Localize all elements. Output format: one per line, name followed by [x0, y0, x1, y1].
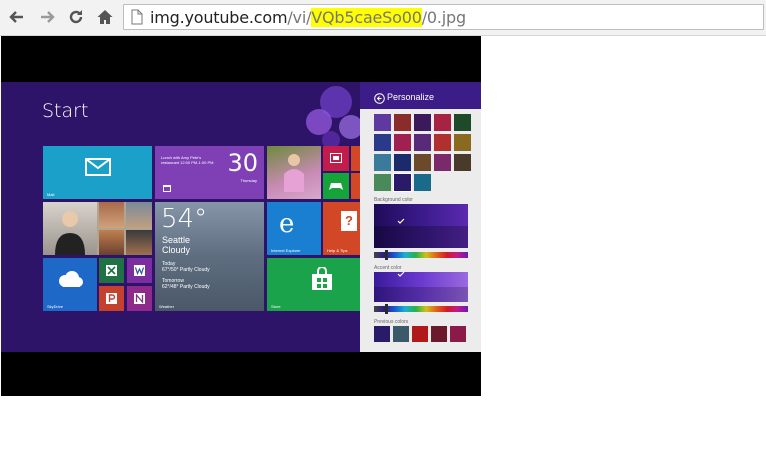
back-button[interactable] [5, 5, 29, 29]
onenote-icon [134, 293, 145, 304]
calendar-day: 30 [227, 149, 258, 177]
powerpoint-icon [106, 293, 117, 304]
home-icon [97, 10, 113, 24]
home-button[interactable] [93, 5, 117, 29]
back-arrow-icon [9, 11, 23, 23]
skydrive-tile[interactable]: SkyDrive [43, 258, 97, 311]
help-label: Help & Tips [327, 248, 348, 253]
page-icon [131, 9, 143, 25]
hue-slider-thumb[interactable] [385, 250, 388, 260]
checkmark-icon [397, 271, 405, 277]
previous-color-swatch[interactable] [412, 326, 428, 342]
mail-label: Mail [47, 192, 55, 197]
start-title: Start [42, 100, 89, 122]
internet-explorer-tile[interactable]: e Internet Explorer [267, 202, 321, 255]
weather-city: Seattle [162, 235, 191, 245]
person-portrait-icon [55, 211, 85, 255]
previous-color-swatch[interactable] [450, 326, 466, 342]
background-hue-slider[interactable] [374, 250, 468, 260]
pattern-swatch[interactable] [454, 114, 471, 131]
games-tile[interactable] [323, 173, 349, 199]
forward-arrow-icon [41, 11, 55, 23]
url-suffix: /0.jpg [421, 8, 466, 27]
cloud-icon [59, 271, 83, 287]
checkmark-icon [397, 218, 405, 224]
calendar-tile[interactable]: Lunch with Amy Pete's restaurant 12:00 P… [155, 146, 264, 199]
ie-label: Internet Explorer [271, 248, 301, 253]
word-tile[interactable] [127, 258, 152, 283]
pattern-swatch[interactable] [394, 114, 411, 131]
weather-tomorrow-forecast: 62°/48° Partly Cloudy [162, 284, 210, 290]
calendar-weekday: Thursday [240, 178, 257, 183]
accent-hue-slider[interactable] [374, 304, 468, 314]
pattern-swatch[interactable] [374, 174, 391, 191]
previous-colors-label: Previous colors [374, 319, 409, 325]
weather-today-forecast: 67°/50° Partly Cloudy [162, 267, 210, 273]
previous-color-swatch[interactable] [393, 326, 409, 342]
weather-temp: 54° [161, 204, 208, 234]
url-highlighted-id: VQb5caeSo00 [311, 8, 422, 27]
calendar-event: Lunch with Amy Pete's restaurant 12:00 P… [161, 155, 214, 165]
powerpoint-tile[interactable] [99, 286, 124, 311]
url-path: /vi/ [287, 8, 312, 27]
weather-condition: Cloudy [162, 245, 191, 255]
store-bag-icon [312, 267, 332, 290]
address-bar[interactable]: img.youtube.com/vi/VQb5caeSo00/0.jpg [123, 4, 764, 30]
reload-icon [69, 10, 83, 24]
start-screen: Start Mail Lunch with Amy Pete's restaur… [1, 82, 481, 352]
excel-tile[interactable] [99, 258, 124, 283]
weather-tile[interactable]: 54° Seattle Cloudy Today 67°/50° Partly … [155, 202, 264, 311]
pattern-swatch[interactable] [394, 134, 411, 151]
pattern-swatch[interactable] [374, 154, 391, 171]
background-color-grid[interactable] [374, 204, 468, 248]
skydrive-label: SkyDrive [47, 304, 64, 309]
background-color-label: Background color [374, 197, 413, 203]
pattern-swatch[interactable] [414, 154, 431, 171]
previous-color-swatch[interactable] [374, 326, 390, 342]
word-icon [134, 265, 145, 276]
ie-logo-icon: e [279, 209, 295, 239]
url-text: img.youtube.com/vi/VQb5caeSo00/0.jpg [150, 8, 466, 27]
pattern-swatch[interactable] [374, 134, 391, 151]
pattern-swatch[interactable] [414, 174, 431, 191]
weather-label: Weather [159, 304, 175, 309]
pattern-swatch[interactable] [434, 134, 451, 151]
hue-slider-thumb[interactable] [385, 304, 388, 314]
help-icon: ? [341, 211, 357, 231]
reload-button[interactable] [64, 5, 88, 29]
video-frame: Start Mail Lunch with Amy Pete's restaur… [1, 36, 481, 396]
personalize-panel: Personalize Background color Accent colo… [360, 82, 481, 352]
pattern-swatch[interactable] [434, 154, 451, 171]
pattern-swatch[interactable] [454, 154, 471, 171]
photos-tile[interactable] [267, 146, 321, 199]
excel-icon [106, 265, 117, 276]
calendar-icon [163, 185, 171, 192]
back-circle-icon[interactable] [374, 93, 385, 104]
mail-tile[interactable]: Mail [43, 146, 152, 199]
accent-color-grid[interactable] [374, 271, 468, 302]
url-host: img.youtube.com [150, 8, 288, 27]
pattern-swatch[interactable] [434, 114, 451, 131]
pattern-swatch[interactable] [394, 154, 411, 171]
pattern-swatch-selected[interactable] [393, 173, 412, 192]
video-tile[interactable] [323, 146, 349, 171]
person-photo-icon [284, 154, 304, 192]
forward-button[interactable] [35, 5, 59, 29]
pattern-swatch[interactable] [414, 114, 431, 131]
pattern-swatch[interactable] [414, 134, 431, 151]
pattern-swatch[interactable] [374, 114, 391, 131]
mail-icon [85, 158, 111, 176]
browser-toolbar: img.youtube.com/vi/VQb5caeSo00/0.jpg [0, 0, 766, 36]
gamepad-icon [329, 183, 343, 190]
video-icon [330, 153, 342, 163]
people-tile[interactable] [43, 202, 152, 255]
pattern-swatch[interactable] [454, 134, 471, 151]
onenote-tile[interactable] [127, 286, 152, 311]
personalize-header: Personalize [360, 82, 481, 109]
store-label: Store [271, 304, 281, 309]
personalize-title: Personalize [387, 92, 435, 102]
previous-color-swatch[interactable] [431, 326, 447, 342]
